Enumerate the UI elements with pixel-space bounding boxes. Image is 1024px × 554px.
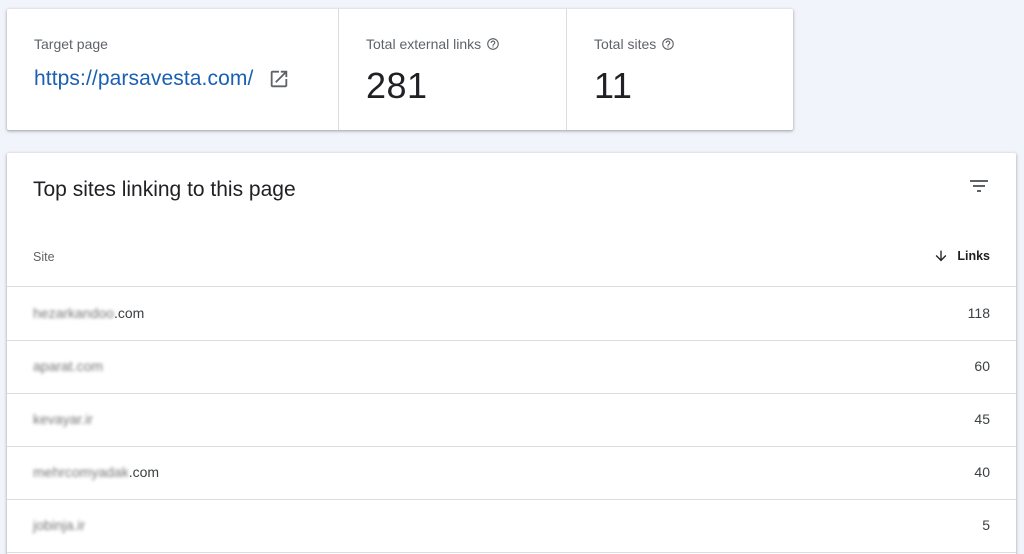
- table-header: Site Links: [7, 235, 1016, 287]
- table-row[interactable]: aparat.com 60: [7, 341, 1016, 394]
- site-name: hezarkandoo.com: [33, 305, 144, 321]
- site-name-blurred: mehrcomyadak: [33, 464, 129, 480]
- site-name-blurred: aparat.com: [33, 358, 104, 374]
- site-name-blurred: kevayar.ir: [33, 411, 93, 427]
- target-page-row: https://parsavesta.com/: [34, 67, 338, 91]
- table-row[interactable]: mehrcomyadak.com 40: [7, 447, 1016, 500]
- target-page-label: Target page: [34, 36, 108, 52]
- column-header-links[interactable]: Links: [933, 248, 990, 264]
- link-count: 40: [974, 464, 990, 480]
- site-name: aparat.com: [33, 358, 103, 374]
- top-sites-card: Top sites linking to this page Site Link…: [7, 153, 1016, 554]
- site-name: kevayar.ir: [33, 411, 93, 427]
- site-name-tld: .com: [128, 464, 160, 480]
- total-sites-value: 11: [594, 65, 633, 106]
- arrow-downward-icon: [933, 248, 949, 264]
- external-links-metric: Total external links 281: [338, 9, 566, 130]
- table-rows: hezarkandoo.com 118 aparat.com 60 kevaya…: [7, 288, 1016, 553]
- table-title: Top sites linking to this page: [33, 178, 296, 201]
- help-circle-icon[interactable]: [661, 37, 675, 51]
- help-circle-icon[interactable]: [486, 37, 500, 51]
- site-name-tld: .com: [113, 305, 145, 321]
- table-row[interactable]: jobinja.ir 5: [7, 500, 1016, 553]
- links-header-label: Links: [957, 249, 990, 263]
- total-sites-metric: Total sites 11: [566, 9, 793, 130]
- site-name-blurred: hezarkandoo: [33, 305, 114, 321]
- column-header-site[interactable]: Site: [33, 250, 55, 264]
- total-sites-label-row: Total sites: [594, 36, 793, 52]
- summary-card: Target page https://parsavesta.com/ Tota…: [7, 9, 793, 130]
- link-count: 60: [974, 358, 990, 374]
- site-name: mehrcomyadak.com: [33, 464, 159, 480]
- table-row[interactable]: hezarkandoo.com 118: [7, 288, 1016, 341]
- link-count: 118: [967, 305, 990, 321]
- external-links-value: 281: [366, 65, 428, 106]
- external-links-label: Total external links: [366, 36, 482, 52]
- site-name: jobinja.ir: [33, 517, 85, 533]
- site-name-blurred: jobinja.ir: [33, 517, 86, 533]
- total-sites-label: Total sites: [594, 36, 657, 52]
- table-row[interactable]: kevayar.ir 45: [7, 394, 1016, 447]
- target-page-metric: Target page https://parsavesta.com/: [7, 9, 338, 130]
- filter-list-icon[interactable]: [967, 174, 991, 198]
- external-links-label-row: Total external links: [366, 36, 566, 52]
- link-count: 5: [982, 517, 990, 533]
- link-count: 45: [974, 411, 990, 427]
- target-page-link[interactable]: https://parsavesta.com/: [34, 67, 253, 91]
- open-in-new-icon[interactable]: [268, 68, 290, 90]
